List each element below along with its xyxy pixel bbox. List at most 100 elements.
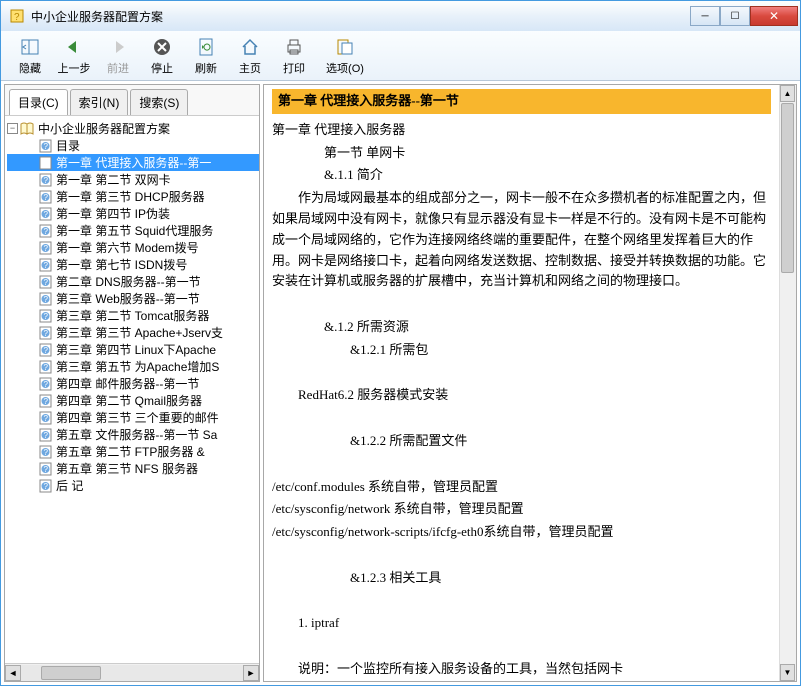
close-button[interactable]: ✕ [750,6,798,26]
tree-item[interactable]: ?第三章 Web服务器--第一节 [7,290,259,307]
v-scroll-thumb[interactable] [781,103,794,273]
tree-item[interactable]: ? 第三章 第二节 Tomcat服务器 [7,307,259,324]
tree-item[interactable]: ?第五章 第二节 FTP服务器 & [7,443,259,460]
content-s12: &.1.2 所需资源 [272,317,771,338]
titlebar: ? 中小企业服务器配置方案 ─ ☐ ✕ [1,1,800,31]
content-title: 第一章 代理接入服务器 [272,120,771,141]
content-s123: &1.2.3 相关工具 [272,568,771,589]
page-icon: ? [38,478,54,494]
tree-item[interactable]: ? 第一章 第三节 DHCP服务器 [7,188,259,205]
page-icon: ? [38,155,54,171]
tree-item[interactable]: ?第四章 第三节 三个重要的邮件 [7,409,259,426]
scroll-right-button[interactable]: ► [243,665,259,681]
print-button[interactable]: 打印 [273,34,315,78]
page-icon: ? [38,444,54,460]
sidebar: 目录(C) 索引(N) 搜索(S) − 中小企业服务器配置方案? 目录? 第一章 代理… [4,84,260,682]
hide-button[interactable]: 隐藏 [9,34,51,78]
app-icon: ? [9,8,25,24]
content-p4: /etc/sysconfig/network 系统自带，管理员配置 [272,499,771,520]
tree-item[interactable]: ?后 记 [7,477,259,494]
tree-item-label: 第一章 第五节 Squid代理服务 [56,222,213,239]
page-icon: ? [38,308,54,324]
h-scrollbar[interactable]: ◄ ► [5,663,259,681]
tree-item[interactable]: − 中小企业服务器配置方案 [7,120,259,137]
toc-tree[interactable]: − 中小企业服务器配置方案? 目录? 第一章 代理接入服务器--第一?第一章 第二节 … [5,116,259,663]
page-icon: ? [38,172,54,188]
tree-item[interactable]: ?第一章 第四节 IP伪装 [7,205,259,222]
svg-text:?: ? [44,346,49,355]
page-icon: ? [38,427,54,443]
page-icon: ? [38,410,54,426]
page-icon: ? [38,359,54,375]
tree-item-label: 第三章 第五节 为Apache增加S [56,358,219,375]
svg-text:?: ? [44,227,49,236]
scroll-left-button[interactable]: ◄ [5,665,21,681]
expand-icon[interactable]: − [7,123,18,134]
tree-item[interactable]: ? 目录 [7,137,259,154]
tree-item[interactable]: ? 第四章 第二节 Qmail服务器 [7,392,259,409]
tree-item[interactable]: ? 第四章 邮件服务器--第一节 [7,375,259,392]
scroll-up-button[interactable]: ▲ [780,85,795,102]
svg-text:?: ? [44,380,49,389]
back-button[interactable]: 上一步 [53,34,95,78]
forward-button[interactable]: 前进 [97,34,139,78]
tree-item[interactable]: ?第三章 第三节 Apache+Jserv支 [7,324,259,341]
svg-text:?: ? [44,193,49,202]
tree-item-label: 第一章 第四节 IP伪装 [56,205,170,222]
tree-item[interactable]: ? 第二章 DNS服务器--第一节 [7,273,259,290]
content-s122: &1.2.2 所需配置文件 [272,431,771,452]
svg-text:?: ? [44,397,49,406]
v-scrollbar[interactable]: ▲ ▼ [779,85,796,681]
tree-item[interactable]: ?第五章 第三节 NFS 服务器 [7,460,259,477]
svg-text:?: ? [44,159,49,168]
minimize-button[interactable]: ─ [690,6,720,26]
tree-item-label: 第三章 第二节 Tomcat服务器 [56,307,209,324]
tree-item-label: 第四章 第二节 Qmail服务器 [56,392,202,409]
tree-item[interactable]: ? 第一章 第五节 Squid代理服务 [7,222,259,239]
svg-text:?: ? [14,12,20,23]
tree-item[interactable]: ?第一章 第二节 双网卡 [7,171,259,188]
tree-item[interactable]: ? 第三章 第五节 为Apache增加S [7,358,259,375]
content-p1: 作为局域网最基本的组成部分之一，网卡一般不在众多攒机者的标准配置之内，但如果局域… [272,188,771,292]
tab-contents[interactable]: 目录(C) [9,89,68,115]
page-icon: ? [38,342,54,358]
svg-text:?: ? [44,312,49,321]
content-p7: 说明：一个监控所有接入服务设备的工具，当然包括网卡 [272,659,771,680]
svg-text:?: ? [44,261,49,270]
content-section: 第一节 单网卡 [272,143,771,164]
toolbar: 隐藏 上一步 前进 停止 刷新 主页 打印 选项(O) [1,31,800,81]
page-icon: ? [38,291,54,307]
stop-button[interactable]: 停止 [141,34,183,78]
home-button[interactable]: 主页 [229,34,271,78]
tab-index[interactable]: 索引(N) [70,89,129,115]
svg-text:?: ? [44,448,49,457]
tree-item[interactable]: ?第三章 第四节 Linux下Apache [7,341,259,358]
scroll-down-button[interactable]: ▼ [780,664,795,681]
h-scroll-thumb[interactable] [41,666,101,680]
book-icon [20,121,36,137]
content-p6: 1. iptraf [272,613,771,634]
tree-item-label: 第二章 DNS服务器--第一节 [56,273,201,290]
refresh-button[interactable]: 刷新 [185,34,227,78]
svg-text:?: ? [44,278,49,287]
tree-item[interactable]: ? 第一章 代理接入服务器--第一 [7,154,259,171]
tree-item-label: 目录 [56,137,80,154]
tree-item[interactable]: ?第五章 文件服务器--第一节 Sa [7,426,259,443]
options-button[interactable]: 选项(O) [317,34,373,78]
chapter-header: 第一章 代理接入服务器--第一节 [272,89,771,114]
tree-item-label: 第四章 邮件服务器--第一节 [56,375,199,392]
tab-search[interactable]: 搜索(S) [130,89,188,115]
content-s121: &1.2.1 所需包 [272,340,771,361]
tree-item-label: 第五章 文件服务器--第一节 Sa [56,426,217,443]
tree-item[interactable]: ?第一章 第六节 Modem拨号 [7,239,259,256]
tree-item-label: 中小企业服务器配置方案 [38,120,170,137]
maximize-button[interactable]: ☐ [720,6,750,26]
tree-item-label: 第一章 代理接入服务器--第一 [56,154,211,171]
tree-item[interactable]: ?第一章 第七节 ISDN拨号 [7,256,259,273]
svg-text:?: ? [44,244,49,253]
tree-item-label: 第一章 第三节 DHCP服务器 [56,188,205,205]
svg-text:?: ? [44,465,49,474]
svg-text:?: ? [44,363,49,372]
svg-text:?: ? [44,176,49,185]
svg-text:?: ? [44,142,49,151]
